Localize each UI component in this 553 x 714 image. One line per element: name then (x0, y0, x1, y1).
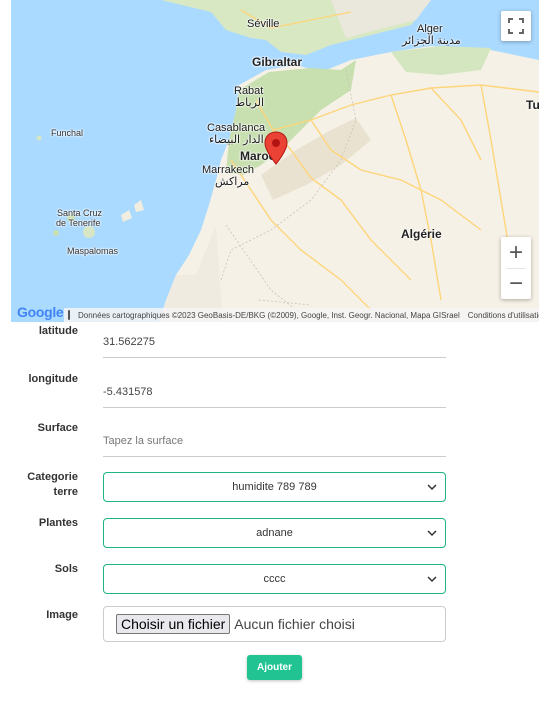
categorie-select-value: humidite 789 789 (232, 481, 317, 493)
map-label-rabat-ar: الرباط (235, 97, 265, 109)
chevron-down-icon (427, 530, 437, 537)
chevron-down-icon (427, 484, 437, 491)
chevron-down-icon (427, 576, 437, 583)
map-attribution: Données cartographiques ©2023 GeoBasis-D… (64, 308, 539, 322)
attribution-text: Données cartographiques ©2023 GeoBasis-D… (78, 310, 460, 320)
map-pin-icon[interactable] (264, 131, 288, 165)
zoom-in-button[interactable]: + (501, 237, 531, 268)
categorie-label-line2: terre (53, 486, 78, 498)
categorie-label-line1: Categorie (27, 471, 78, 483)
surface-label: Surface (37, 422, 78, 434)
image-file-input[interactable]: Choisir un fichier Aucun fichier choisi (103, 606, 446, 642)
map-label-alger-ar: مدينة الجزائر (402, 35, 461, 47)
map-label-algerie: Algérie (401, 227, 442, 241)
zoom-control: + − (501, 237, 531, 299)
map-label-casablanca: Casablanca (207, 122, 266, 134)
sols-label: Sols (54, 563, 78, 575)
map-label-alger: Alger (417, 23, 443, 35)
map-label-funchal: Funchal (51, 128, 84, 138)
map-label-marrakech: Marrakech (202, 164, 254, 176)
map-label-maspalomas: Maspalomas (67, 246, 119, 256)
google-logo[interactable]: Google (17, 304, 64, 320)
file-status-text: Aucun fichier choisi (234, 616, 355, 632)
map-label-casablanca-ar: الدار البيضاء (209, 134, 264, 146)
map-label-tenerife: de Tenerife (56, 218, 101, 228)
terms-link[interactable]: Conditions d'utilisation (468, 311, 539, 320)
latitude-label: latitude (38, 325, 78, 337)
map-label-marrakech-ar: مراكش (215, 176, 250, 188)
map-view[interactable]: Séville Gibraltar Alger مدينة الجزائر Ra… (11, 0, 539, 322)
categorie-label: Categorie terre (2, 470, 78, 500)
latitude-input[interactable] (103, 326, 446, 358)
keyboard-icon[interactable] (68, 310, 70, 320)
choose-file-button[interactable]: Choisir un fichier (116, 614, 231, 634)
sols-select[interactable]: cccc (103, 564, 446, 594)
surface-input[interactable] (103, 425, 446, 457)
add-button[interactable]: Ajouter (247, 655, 302, 680)
plantes-select[interactable]: adnane (103, 518, 446, 548)
longitude-input[interactable] (103, 376, 446, 408)
zoom-divider (506, 268, 526, 269)
map-label-tunis: Tu (526, 98, 539, 112)
zoom-out-button[interactable]: − (501, 268, 531, 299)
map-label-gibraltar: Gibraltar (252, 55, 303, 69)
fullscreen-button[interactable] (501, 11, 531, 41)
plantes-select-value: adnane (256, 527, 293, 539)
longitude-label: longitude (28, 373, 79, 385)
map-label-seville: Séville (247, 18, 280, 30)
plantes-label: Plantes (38, 517, 78, 529)
categorie-select[interactable]: humidite 789 789 (103, 472, 446, 502)
google-logo-text: Google (17, 304, 64, 320)
fullscreen-icon (508, 18, 524, 34)
map-label-rabat: Rabat (234, 85, 264, 97)
sols-select-value: cccc (263, 573, 286, 585)
image-label: Image (46, 609, 78, 621)
